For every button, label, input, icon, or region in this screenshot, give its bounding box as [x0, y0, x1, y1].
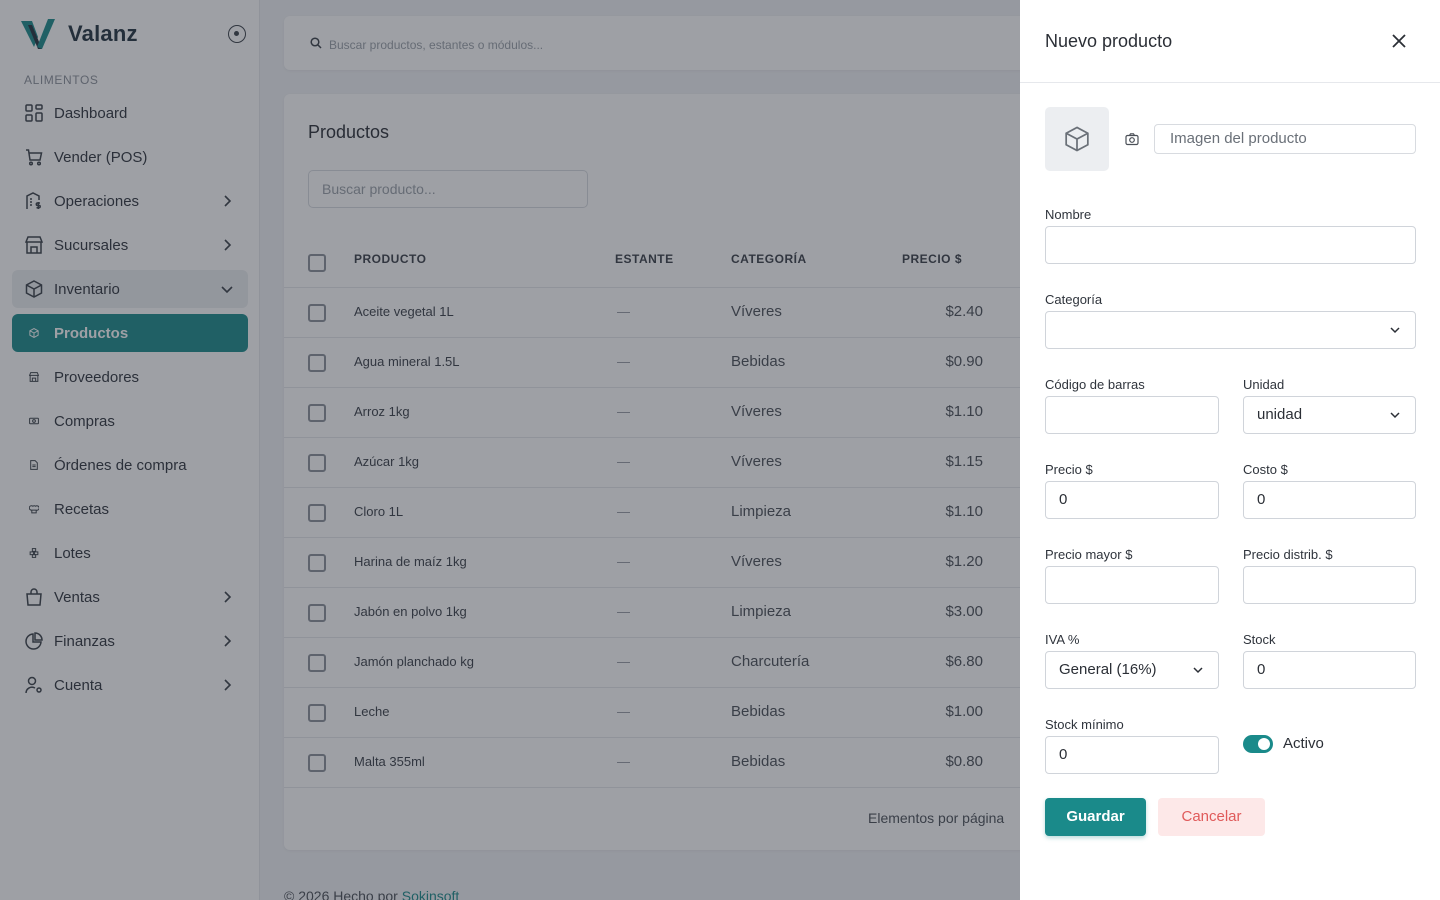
costo-field[interactable]: 0: [1243, 481, 1416, 519]
drawer-header: Nuevo producto: [1020, 0, 1440, 83]
box-icon: [1065, 126, 1089, 152]
unidad-value: unidad: [1257, 406, 1303, 423]
nombre-label: Nombre: [1045, 207, 1092, 222]
camera-icon[interactable]: [1125, 132, 1139, 146]
save-button[interactable]: Guardar: [1045, 798, 1146, 836]
iva-select[interactable]: General (16%): [1045, 651, 1219, 689]
drawer-title: Nuevo producto: [1045, 31, 1173, 51]
active-label: Activo: [1283, 735, 1324, 752]
precio-field[interactable]: 0: [1045, 481, 1219, 519]
chevron-down-icon: [1193, 667, 1203, 674]
codigo-field[interactable]: [1045, 396, 1219, 434]
categoria-select[interactable]: [1045, 311, 1416, 349]
stock-label: Stock: [1243, 632, 1276, 647]
precio-distrib-field[interactable]: [1243, 566, 1416, 604]
unidad-select[interactable]: unidad: [1243, 396, 1416, 434]
stock-min-field[interactable]: 0: [1045, 736, 1219, 774]
close-icon[interactable]: [1389, 31, 1409, 51]
active-toggle[interactable]: [1243, 735, 1273, 753]
unidad-label: Unidad: [1243, 377, 1285, 392]
precio-mayor-label: Precio mayor $: [1045, 547, 1133, 562]
chevron-down-icon: [1390, 327, 1400, 334]
stock-min-label: Stock mínimo: [1045, 717, 1124, 732]
categoria-label: Categoría: [1045, 292, 1103, 307]
cancel-button[interactable]: Cancelar: [1158, 798, 1265, 836]
costo-label: Costo $: [1243, 462, 1288, 477]
product-image-preview[interactable]: [1045, 107, 1109, 171]
precio-distrib-label: Precio distrib. $: [1243, 547, 1333, 562]
precio-mayor-field[interactable]: [1045, 566, 1219, 604]
new-product-drawer: Nuevo producto Imagen del producto Nombr…: [1020, 0, 1440, 900]
iva-value: General (16%): [1059, 661, 1157, 678]
codigo-label: Código de barras: [1045, 377, 1145, 392]
stock-field[interactable]: 0: [1243, 651, 1416, 689]
iva-label: IVA %: [1045, 632, 1080, 647]
chevron-down-icon: [1390, 412, 1400, 419]
precio-label: Precio $: [1045, 462, 1093, 477]
product-image-input[interactable]: Imagen del producto: [1154, 124, 1416, 154]
nombre-field[interactable]: [1045, 226, 1416, 264]
